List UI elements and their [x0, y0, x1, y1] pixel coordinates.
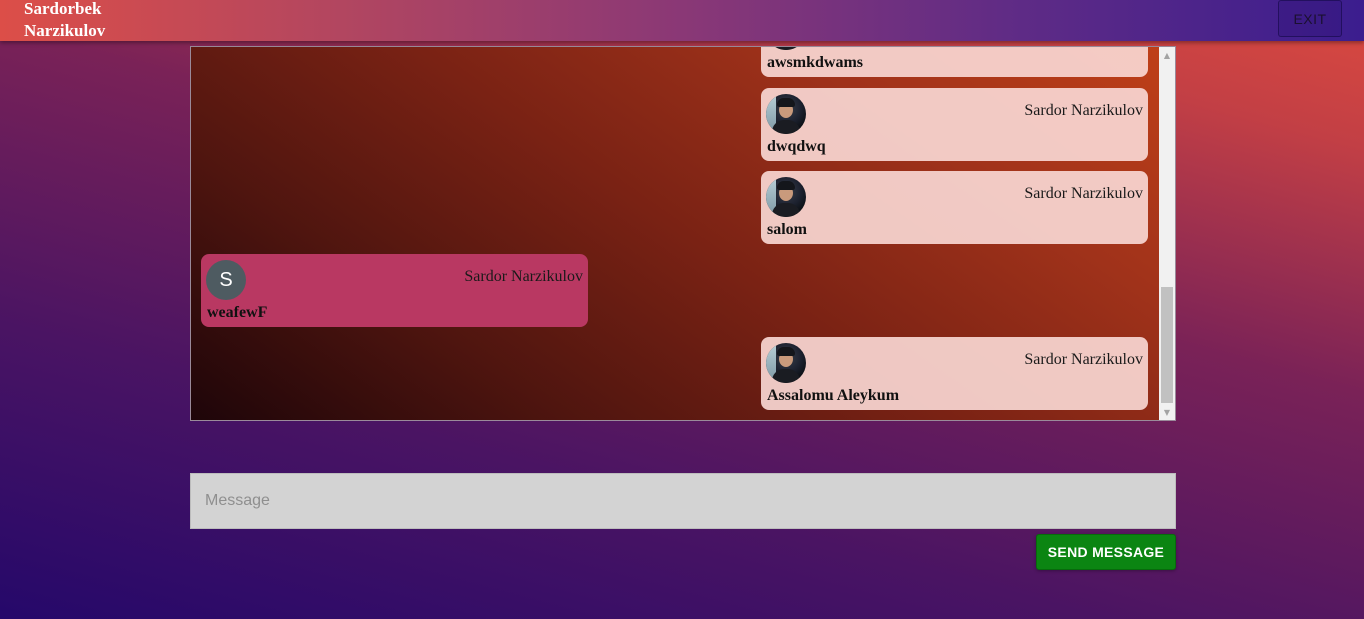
- message-text: dwqdwq: [767, 138, 826, 155]
- message-bubble: awsmkdwams: [761, 47, 1148, 77]
- user-avatar: [766, 47, 806, 50]
- brand-last-name: Narzikulov: [24, 21, 106, 40]
- chat-scrollbar[interactable]: ▲ ▼: [1159, 47, 1175, 420]
- message-text: salom: [767, 221, 807, 238]
- brand-first-name: Sardorbek: [24, 0, 102, 18]
- exit-button[interactable]: EXIT: [1278, 0, 1342, 37]
- top-bar: Sardorbek Narzikulov EXIT: [0, 0, 1364, 41]
- message-sender: Sardor Narzikulov: [464, 268, 583, 285]
- user-avatar: [766, 177, 806, 217]
- message-text: weafewF: [207, 304, 268, 321]
- message-sender: Sardor Narzikulov: [1024, 185, 1143, 202]
- message-input[interactable]: [190, 473, 1176, 529]
- user-avatar: [766, 343, 806, 383]
- message-bubble: Sardor Narzikulov Assalomu Aleykum: [761, 337, 1148, 410]
- message-text: awsmkdwams: [767, 54, 864, 71]
- message-text: Assalomu Aleykum: [767, 387, 900, 404]
- user-avatar: S: [206, 260, 246, 300]
- brand-name: Sardorbek Narzikulov: [24, 0, 105, 42]
- message-bubble: S Sardor Narzikulov weafewF: [201, 254, 588, 327]
- user-avatar: [766, 94, 806, 134]
- chat-messages-panel[interactable]: awsmkdwams Sardor Narzikulov dwqdwq Sard…: [190, 46, 1176, 421]
- message-bubble: Sardor Narzikulov dwqdwq: [761, 88, 1148, 161]
- send-message-button[interactable]: SEND MESSAGE: [1036, 534, 1176, 570]
- message-sender: Sardor Narzikulov: [1024, 102, 1143, 119]
- message-sender: Sardor Narzikulov: [1024, 351, 1143, 368]
- message-bubble: Sardor Narzikulov salom: [761, 171, 1148, 244]
- scroll-down-arrow-icon[interactable]: ▼: [1159, 404, 1175, 420]
- scroll-thumb[interactable]: [1161, 287, 1173, 403]
- scroll-up-arrow-icon[interactable]: ▲: [1159, 47, 1175, 63]
